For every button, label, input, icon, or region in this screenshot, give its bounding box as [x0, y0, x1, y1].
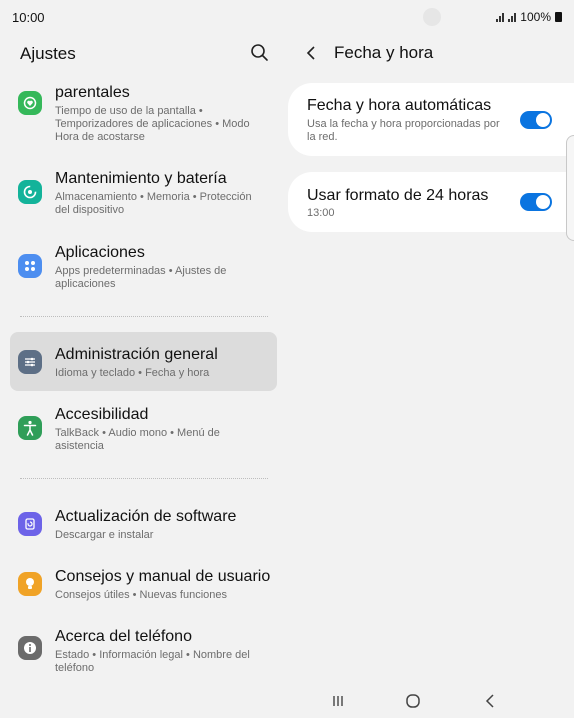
item-title: Administración general	[55, 346, 218, 363]
item-subtitle: Idioma y teclado • Fecha y hora	[55, 367, 210, 379]
detail-header: Fecha y hora	[306, 42, 433, 64]
status-time: 10:00	[12, 10, 45, 25]
front-camera	[423, 8, 441, 26]
setting-title: Usar formato de 24 horas	[307, 187, 489, 204]
list-item-tips-manual[interactable]: Consejos y manual de usuario Consejos út…	[10, 558, 277, 606]
parental-controls-icon	[18, 91, 42, 115]
navigation-bar	[288, 684, 574, 718]
auto-date-time-toggle[interactable]	[520, 111, 552, 129]
status-indicators: 100%	[496, 10, 562, 24]
battery-percent: 100%	[520, 10, 551, 24]
status-bar: 10:00 100%	[0, 0, 574, 34]
list-item-applications[interactable]: Aplicaciones Apps predeterminadas • Ajus…	[10, 236, 277, 296]
device-care-icon	[18, 180, 42, 204]
section-divider	[20, 478, 268, 479]
toggle-knob	[536, 195, 550, 209]
home-icon	[406, 694, 420, 708]
accessibility-icon	[18, 416, 42, 440]
setting-subtitle: 13:00	[307, 207, 335, 219]
settings-list: parentales Tiempo de uso de la pantalla …	[0, 74, 286, 684]
home-button[interactable]	[401, 689, 425, 713]
signal-icon	[496, 12, 505, 22]
signal-icon-2	[508, 12, 517, 22]
chevron-left-icon	[485, 694, 494, 708]
item-title: Accesibilidad	[55, 406, 149, 423]
item-title: Mantenimiento y batería	[55, 170, 227, 187]
battery-icon	[555, 12, 562, 22]
search-icon	[251, 44, 268, 61]
item-subtitle: Consejos útiles • Nuevas funciones	[55, 589, 227, 601]
item-subtitle: Almacenamiento • Memoria • Protección de…	[55, 191, 252, 216]
info-icon	[18, 636, 42, 660]
page-title: Fecha y hora	[334, 43, 434, 62]
24-hour-format-card[interactable]: Usar formato de 24 horas 13:00	[288, 172, 574, 232]
software-update-icon	[18, 512, 42, 536]
list-item-parental-controls[interactable]: parentales Tiempo de uso de la pantalla …	[10, 74, 277, 148]
chevron-left-icon	[306, 46, 315, 60]
item-subtitle: Tiempo de uso de la pantalla • Temporiza…	[55, 105, 250, 143]
setting-subtitle: Usa la fecha y hora proporcionadas por l…	[307, 118, 500, 143]
item-title: parentales	[55, 84, 130, 101]
back-button[interactable]	[306, 43, 322, 63]
search-button[interactable]	[250, 43, 270, 63]
list-item-maintenance-battery[interactable]: Mantenimiento y batería Almacenamiento •…	[10, 162, 277, 222]
item-title: Acerca del teléfono	[55, 628, 192, 645]
list-item-general-management[interactable]: Administración general Idioma y teclado …	[10, 332, 277, 391]
list-item-software-update[interactable]: Actualización de software Descargar e in…	[10, 498, 277, 546]
list-item-about-phone[interactable]: Acerca del teléfono Estado • Información…	[10, 620, 277, 678]
tips-bulb-icon	[18, 572, 42, 596]
item-subtitle: Apps predeterminadas • Ajustes de aplica…	[55, 265, 227, 290]
toggle-knob	[536, 113, 550, 127]
apps-icon	[18, 254, 42, 278]
auto-date-time-card[interactable]: Fecha y hora automáticas Usa la fecha y …	[288, 83, 574, 156]
section-divider	[20, 316, 268, 317]
recents-icon	[333, 696, 343, 706]
item-title: Aplicaciones	[55, 244, 145, 261]
item-title: Actualización de software	[55, 508, 237, 525]
back-nav-button[interactable]	[478, 689, 502, 713]
list-item-accessibility[interactable]: Accesibilidad TalkBack • Audio mono • Me…	[10, 400, 277, 460]
item-title: Consejos y manual de usuario	[55, 568, 271, 585]
sliders-icon	[18, 350, 42, 374]
recents-button[interactable]	[326, 689, 350, 713]
setting-title: Fecha y hora automáticas	[307, 97, 492, 114]
item-subtitle: TalkBack • Audio mono • Menú de asistenc…	[55, 427, 220, 452]
item-subtitle: Estado • Información legal • Nombre del …	[55, 649, 250, 674]
settings-title: Ajustes	[20, 44, 76, 63]
item-subtitle: Descargar e instalar	[55, 529, 154, 541]
edge-panel-handle[interactable]	[566, 135, 574, 241]
24-hour-format-toggle[interactable]	[520, 193, 552, 211]
